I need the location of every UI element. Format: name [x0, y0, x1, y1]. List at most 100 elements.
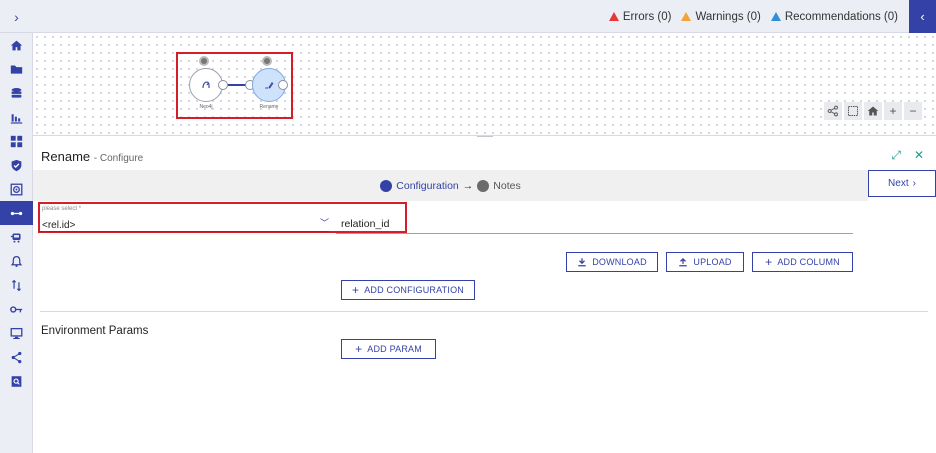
field-underline [336, 233, 853, 234]
select-value: <rel.id> [42, 220, 76, 231]
sidebar-item-keys[interactable] [0, 297, 33, 321]
graph-layout-icon [827, 105, 838, 117]
warning-triangle-icon [681, 12, 692, 21]
zoom-in-button[interactable]: + [884, 102, 902, 120]
train-icon [10, 232, 21, 243]
chevron-right-icon: › [14, 8, 19, 25]
recommendation-triangle-icon [770, 12, 781, 21]
shield-check-icon [11, 159, 22, 171]
sidebar-item-inspect[interactable] [0, 369, 33, 393]
step-notes[interactable]: Notes [493, 180, 520, 192]
node-status-indicator [262, 56, 272, 66]
node-output-port[interactable] [278, 80, 288, 90]
folder-icon [10, 64, 23, 74]
flow-node-label: Neo4j [199, 104, 213, 110]
sidebar-item-home[interactable] [0, 33, 33, 57]
home-icon [867, 106, 879, 116]
panel-title-sub: - Configure [93, 153, 144, 164]
sidebar-item-governance[interactable] [0, 153, 33, 177]
pipeline-canvas[interactable]: Neo4j Rename + − [33, 33, 936, 138]
sidebar-item-dashboard[interactable] [0, 129, 33, 153]
select-area-icon [848, 106, 858, 116]
flow-node-label: Rename [259, 104, 279, 110]
step-dot-inactive [477, 179, 490, 192]
zoom-out-button[interactable]: − [904, 102, 922, 120]
panel-actions: ⤢ ✕ [891, 148, 924, 163]
transfer-icon [12, 279, 21, 291]
step-indicator: Configuration → Notes [33, 170, 868, 201]
sidebar-item-analytics[interactable] [0, 105, 33, 129]
sidebar-item-database[interactable] [0, 81, 33, 105]
upload-icon [679, 257, 688, 267]
bar-chart-icon [10, 113, 23, 124]
minus-icon: − [909, 104, 917, 118]
environment-params-title: Environment Params [41, 325, 149, 337]
recommendations-label: Recommendations (0) [784, 10, 898, 23]
upload-label: UPLOAD [693, 257, 732, 267]
step-dot-active [380, 179, 393, 192]
database-icon [11, 87, 22, 98]
plus-icon: + [355, 342, 363, 356]
node-status-indicator [199, 56, 209, 66]
download-label: DOWNLOAD [592, 257, 647, 267]
add-configuration-label: ADD CONFIGURATION [364, 285, 464, 295]
errors-label: Errors (0) [622, 10, 672, 23]
node-output-port[interactable] [218, 80, 228, 90]
sidebar-item-monitor[interactable] [0, 321, 33, 345]
close-icon[interactable]: ✕ [914, 148, 924, 163]
flow-selection-box: Neo4j Rename [176, 52, 293, 119]
target-icon [10, 183, 23, 195]
collapse-panel-button[interactable]: ‹ [909, 0, 936, 33]
configure-panel: Rename - Configure ⤢ ✕ Configuration → N… [33, 137, 936, 453]
warnings-label: Warnings (0) [695, 10, 761, 23]
plus-icon: + [352, 283, 360, 297]
add-configuration-button[interactable]: + ADD CONFIGURATION [341, 280, 475, 300]
monitor-icon [10, 327, 23, 339]
sidebar [0, 33, 33, 453]
sidebar-item-targets[interactable] [0, 177, 33, 201]
plus-icon: + [765, 255, 773, 269]
add-column-button[interactable]: + ADD COLUMN [752, 252, 853, 272]
next-label: Next [888, 178, 909, 189]
step-configuration[interactable]: Configuration [396, 180, 458, 192]
status-area: Errors (0) Warnings (0) Recommendations … [608, 0, 898, 33]
chevron-down-icon: ﹀ [320, 218, 330, 228]
new-name-field[interactable]: relation_id [341, 218, 389, 230]
expand-sidebar-button[interactable]: › [0, 0, 33, 33]
sidebar-item-jobs[interactable] [0, 225, 33, 249]
sidebar-item-transfer[interactable] [0, 273, 33, 297]
warnings-status[interactable]: Warnings (0) [681, 10, 761, 23]
top-bar: › Errors (0) Warnings (0) Recommendation… [0, 0, 936, 33]
next-button[interactable]: Next › [868, 170, 936, 197]
error-triangle-icon [608, 12, 619, 21]
sidebar-item-alerts[interactable] [0, 249, 33, 273]
sidebar-item-folder[interactable] [0, 57, 33, 81]
download-icon [578, 258, 586, 267]
bell-icon [10, 255, 23, 267]
add-param-button[interactable]: + ADD PARAM [341, 339, 436, 359]
canvas-toolbar: + − [824, 102, 922, 120]
errors-status[interactable]: Errors (0) [608, 10, 672, 23]
maximize-icon[interactable]: ⤢ [891, 148, 901, 163]
step-arrow: → [462, 179, 474, 192]
key-icon [10, 305, 23, 313]
add-column-label: ADD COLUMN [777, 257, 840, 267]
sidebar-item-share[interactable] [0, 345, 33, 369]
section-divider [40, 311, 928, 312]
chevron-left-icon: ‹ [920, 9, 925, 24]
home-icon [10, 40, 23, 50]
download-button[interactable]: DOWNLOAD [566, 252, 658, 272]
add-param-label: ADD PARAM [367, 344, 422, 354]
search-doc-icon [11, 375, 22, 387]
sidebar-item-pipelines[interactable] [0, 201, 33, 225]
share-icon [11, 351, 22, 363]
dashboard-icon [10, 135, 23, 147]
select-underline [39, 231, 329, 232]
recommendations-status[interactable]: Recommendations (0) [770, 10, 898, 23]
upload-button[interactable]: UPLOAD [666, 252, 744, 272]
select-area-button[interactable] [844, 102, 862, 120]
home-view-button[interactable] [864, 102, 882, 120]
neo4j-icon [202, 81, 210, 89]
layout-button[interactable] [824, 102, 842, 120]
chevron-right-icon: › [912, 178, 916, 189]
